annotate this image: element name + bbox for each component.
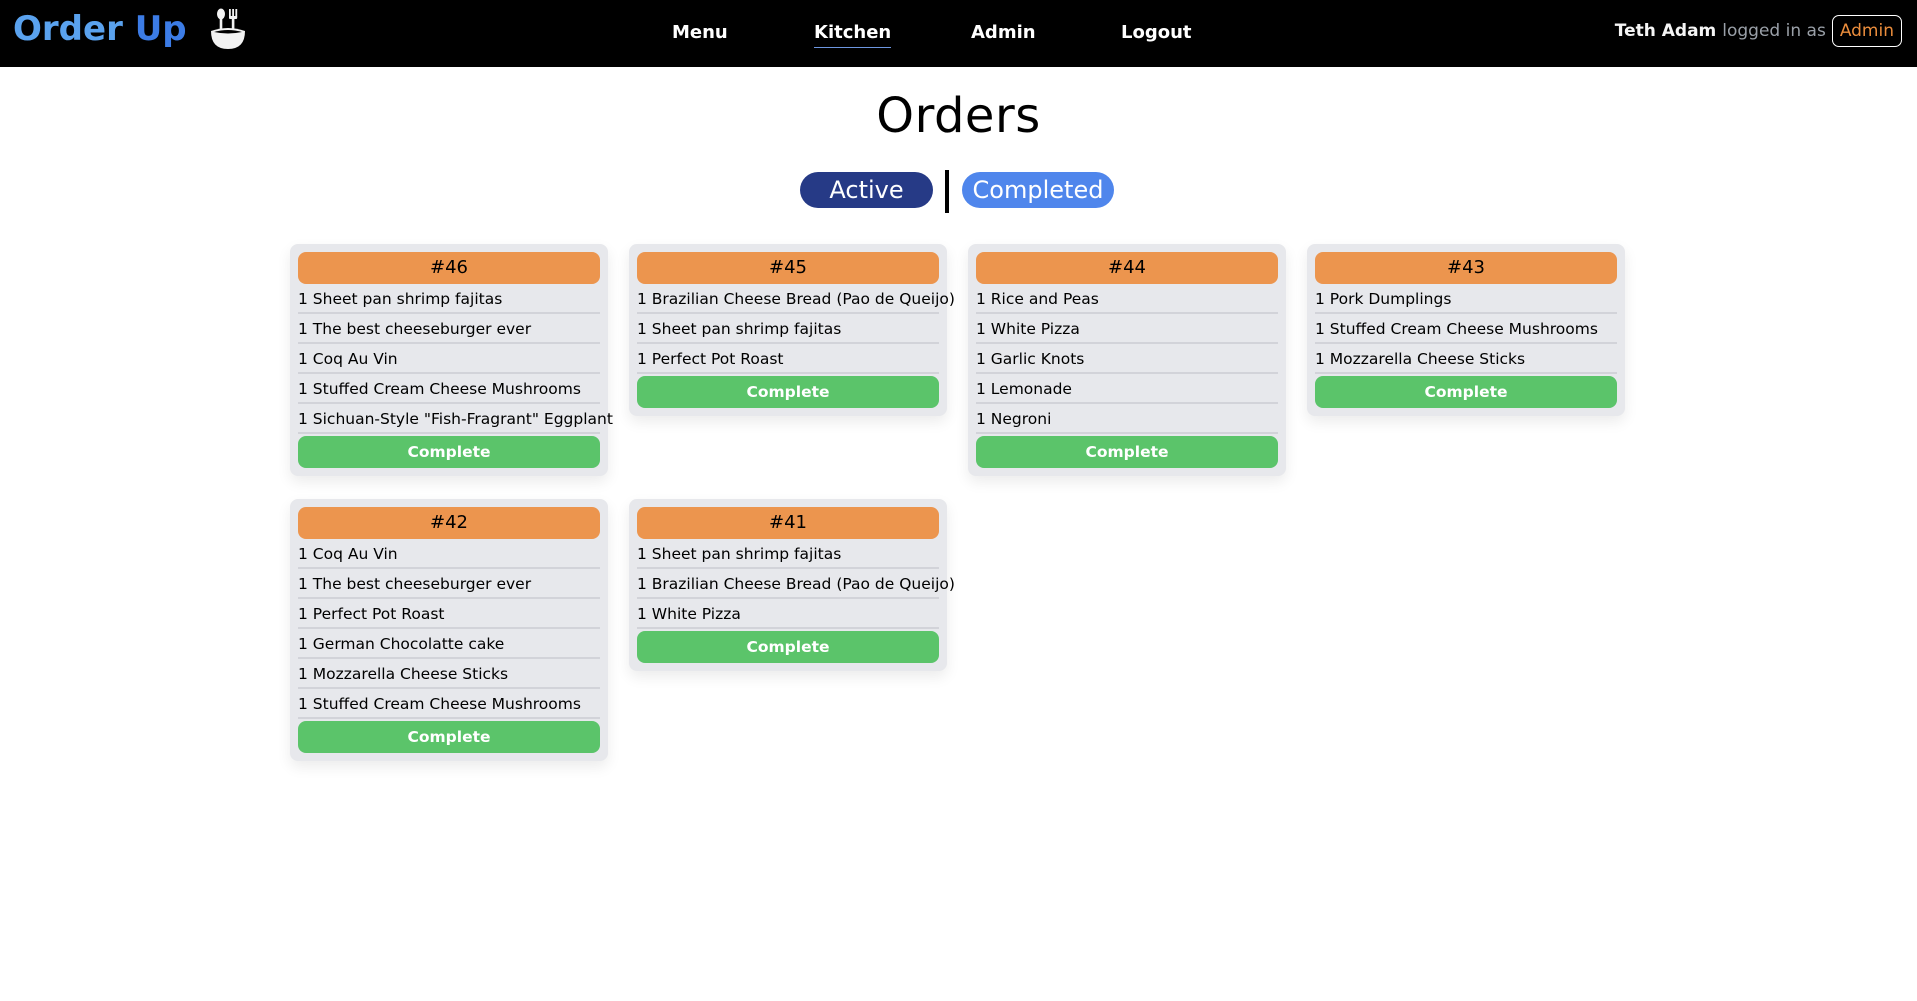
top-navbar: Order Up Menu Kitchen Admin Logout Teth … — [0, 0, 1917, 67]
bowl-with-utensils-icon — [209, 7, 247, 51]
order-item: 1 Stuffed Cream Cheese Mushrooms — [1315, 314, 1617, 344]
order-item: 1 Sheet pan shrimp fajitas — [637, 539, 939, 569]
complete-order-button[interactable]: Complete — [1315, 376, 1617, 408]
nav-link-logout[interactable]: Logout — [1121, 21, 1192, 47]
order-number: #45 — [637, 252, 939, 284]
order-card: #44 1 Rice and Peas 1 White Pizza 1 Garlic … — [968, 244, 1286, 476]
order-item: 1 Sheet pan shrimp fajitas — [298, 284, 600, 314]
page-title: Orders — [876, 88, 1041, 144]
order-item: 1 Sichuan-Style "Fish-Fragrant" Eggplant — [298, 404, 613, 434]
order-card: #41 1 Sheet pan shrimp fajitas 1 Brazilian… — [629, 499, 955, 671]
order-number: #42 — [298, 507, 600, 539]
order-item: 1 Sheet pan shrimp fajitas — [637, 314, 939, 344]
order-status-tabs: Active Completed — [0, 170, 1917, 214]
brand-word-order: Order — [13, 9, 123, 49]
order-item: 1 White Pizza — [976, 314, 1278, 344]
order-item: 1 The best cheeseburger ever — [298, 314, 600, 344]
order-item: 1 German Chocolatte cake — [298, 629, 600, 659]
order-item: 1 Coq Au Vin — [298, 539, 600, 569]
order-item: 1 Stuffed Cream Cheese Mushrooms — [298, 374, 600, 404]
order-item: 1 Rice and Peas — [976, 284, 1278, 314]
order-card: #43 1 Pork Dumplings 1 Stuffed Cream Chees… — [1307, 244, 1625, 416]
brand-word-up: Up — [134, 9, 187, 49]
brand-logo[interactable]: Order Up — [13, 7, 247, 51]
order-item: 1 Pork Dumplings — [1315, 284, 1617, 314]
complete-order-button[interactable]: Complete — [637, 631, 939, 663]
order-card: #45 1 Brazilian Cheese Bread (Pao de Quei… — [629, 244, 955, 416]
order-number: #43 — [1315, 252, 1617, 284]
user-status: Teth Adam logged in as Admin — [1615, 15, 1902, 47]
order-number: #41 — [637, 507, 939, 539]
complete-order-button[interactable]: Complete — [976, 436, 1278, 468]
order-item: 1 The best cheeseburger ever — [298, 569, 600, 599]
complete-order-button[interactable]: Complete — [637, 376, 939, 408]
order-item: 1 Coq Au Vin — [298, 344, 600, 374]
logged-in-text: logged in as — [1722, 21, 1826, 41]
order-item: 1 White Pizza — [637, 599, 939, 629]
nav-link-admin[interactable]: Admin — [971, 21, 1036, 47]
order-item: 1 Perfect Pot Roast — [637, 344, 939, 374]
order-item: 1 Brazilian Cheese Bread (Pao de Queijo) — [637, 284, 955, 314]
tab-divider — [945, 170, 949, 213]
complete-order-button[interactable]: Complete — [298, 721, 600, 753]
tab-active[interactable]: Active — [800, 172, 933, 208]
order-item: 1 Perfect Pot Roast — [298, 599, 600, 629]
nav-link-menu[interactable]: Menu — [672, 21, 728, 47]
nav-link-kitchen[interactable]: Kitchen — [814, 21, 892, 48]
order-number: #46 — [298, 252, 600, 284]
order-item: 1 Garlic Knots — [976, 344, 1278, 374]
order-item: 1 Brazilian Cheese Bread (Pao de Queijo) — [637, 569, 955, 599]
complete-order-button[interactable]: Complete — [298, 436, 600, 468]
role-badge: Admin — [1831, 15, 1902, 47]
order-number: #44 — [976, 252, 1278, 284]
order-item: 1 Negroni — [976, 404, 1278, 434]
order-card: #42 1 Coq Au Vin 1 The best cheeseburger e… — [290, 499, 608, 761]
user-name: Teth Adam — [1614, 21, 1717, 41]
tab-completed[interactable]: Completed — [962, 172, 1114, 208]
order-item: 1 Mozzarella Cheese Sticks — [298, 659, 600, 689]
order-item: 1 Mozzarella Cheese Sticks — [1315, 344, 1617, 374]
order-item: 1 Stuffed Cream Cheese Mushrooms — [298, 689, 600, 719]
order-item: 1 Lemonade — [976, 374, 1278, 404]
brand-name: Order Up — [13, 7, 187, 51]
order-card: #46 1 Sheet pan shrimp fajitas 1 The best … — [290, 244, 613, 476]
